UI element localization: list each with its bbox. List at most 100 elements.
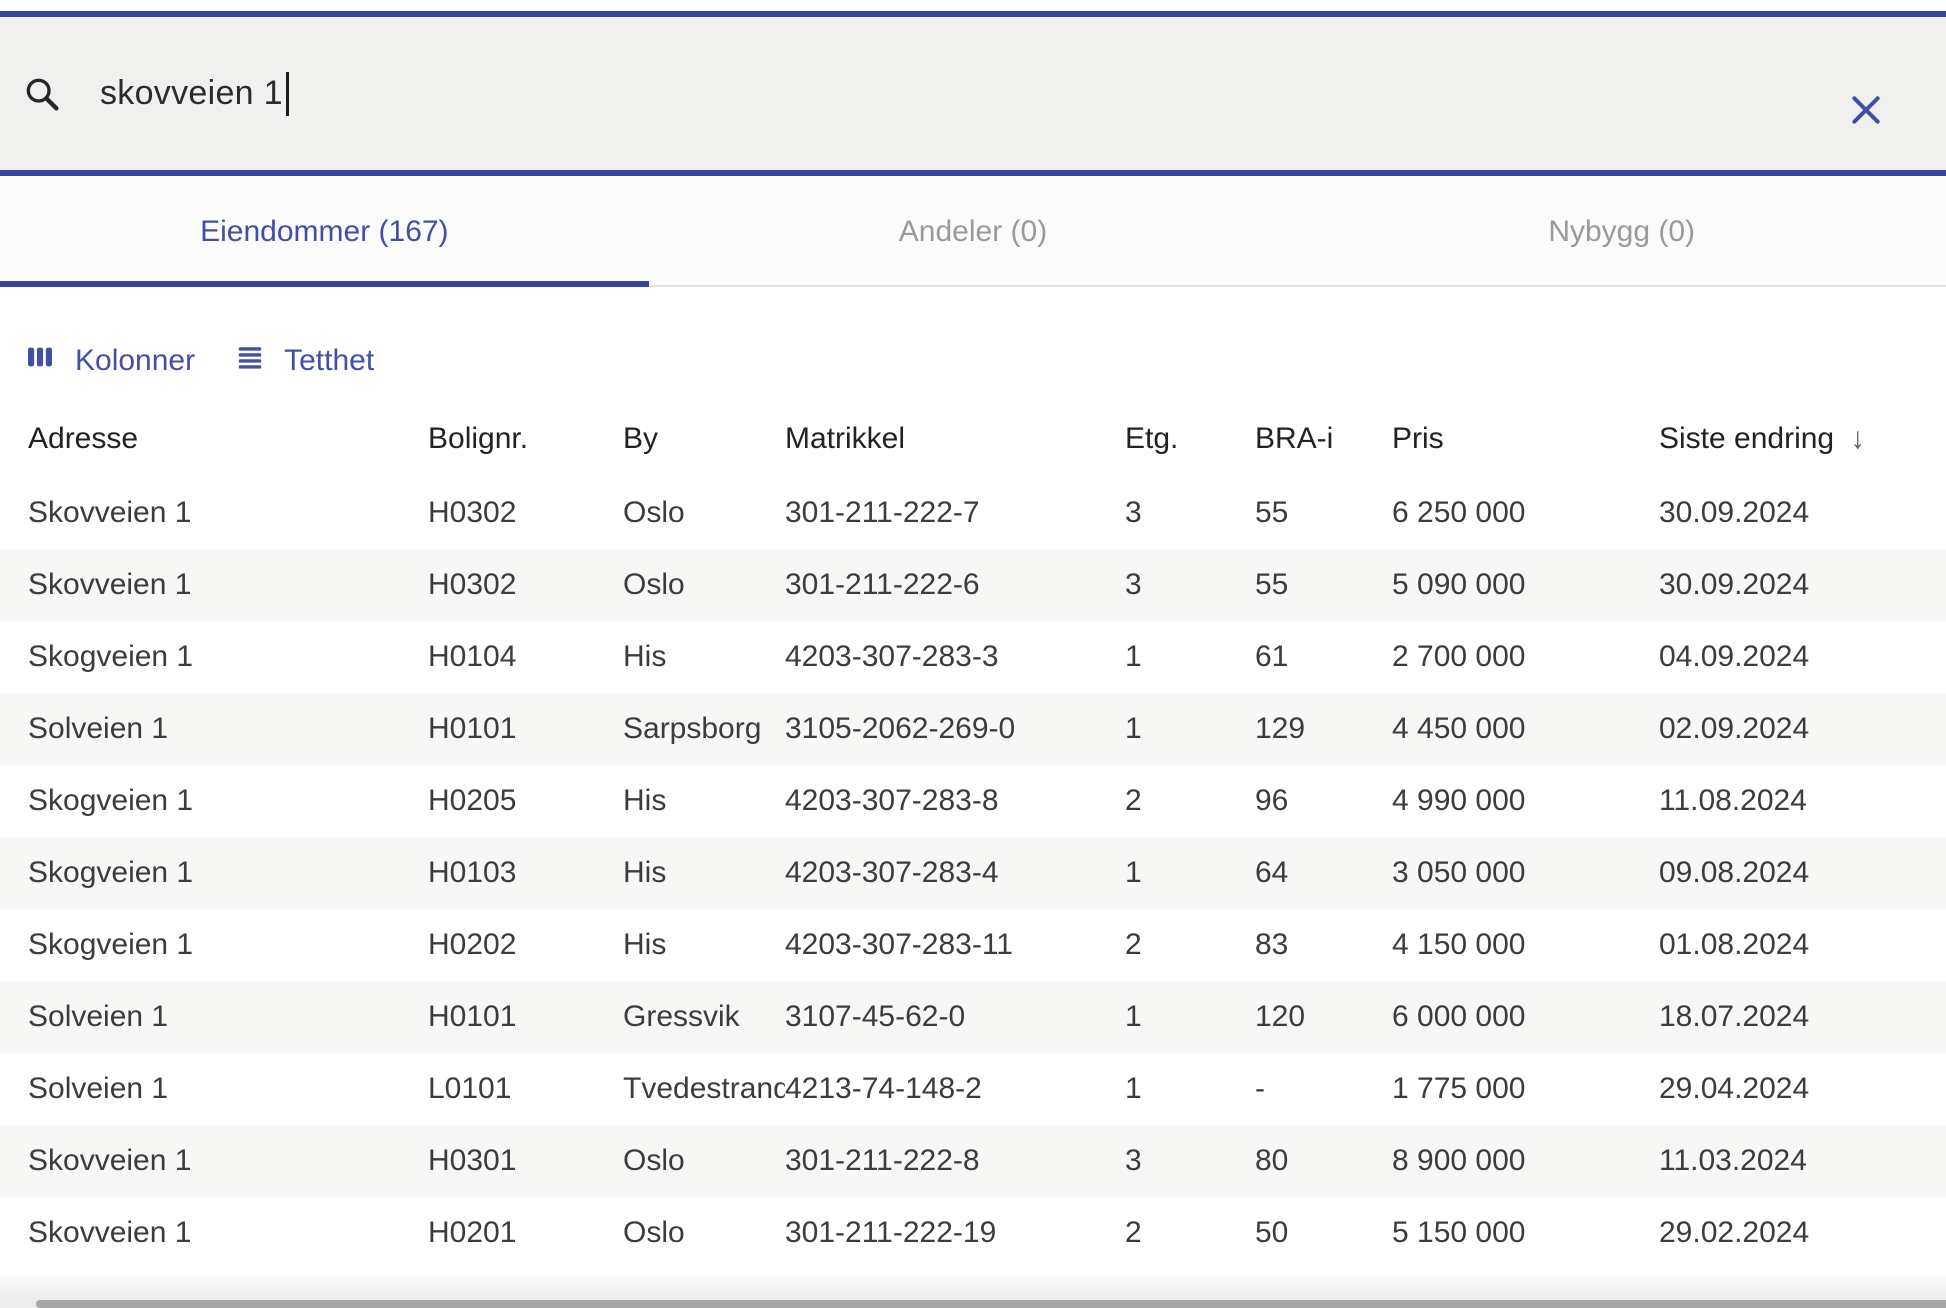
cell-pris: 5 150 000 — [1392, 1216, 1659, 1250]
text-cursor — [286, 72, 289, 116]
cell-siste-endring: 02.09.2024 — [1659, 712, 1946, 746]
horizontal-scrollbar-track — [0, 1300, 1946, 1308]
header-siste-endring[interactable]: Siste endring ↓ — [1659, 422, 1946, 456]
density-button[interactable]: Tetthet — [235, 337, 374, 385]
cell-matrikkel: 4213-74-148-2 — [785, 1072, 1125, 1106]
cell-pris: 6 000 000 — [1392, 1000, 1659, 1034]
cell-adresse: Skogveien 1 — [28, 856, 428, 890]
cell-bolignr: H0302 — [428, 568, 623, 602]
cell-matrikkel: 301-211-222-19 — [785, 1216, 1125, 1250]
search-bar: skovveien 1 — [0, 17, 1946, 170]
tab-eiendommer[interactable]: Eiendommer (167) — [0, 176, 649, 287]
results-table: Adresse Bolignr. By Matrikkel Etg. BRA-i… — [0, 401, 1946, 1269]
cell-etg: 2 — [1125, 784, 1255, 818]
table-row[interactable]: Skogveien 1 H0104 His 4203-307-283-3 1 6… — [0, 621, 1946, 693]
cell-bra-i: 83 — [1255, 928, 1392, 962]
columns-button[interactable]: Kolonner — [24, 337, 195, 385]
cell-bra-i: - — [1255, 1072, 1392, 1106]
cell-matrikkel: 3105-2062-269-0 — [785, 712, 1125, 746]
cell-pris: 2 700 000 — [1392, 640, 1659, 674]
cell-etg: 2 — [1125, 1216, 1255, 1250]
cell-siste-endring: 29.04.2024 — [1659, 1072, 1946, 1106]
cell-bra-i: 120 — [1255, 1000, 1392, 1034]
table-row[interactable]: Skovveien 1 H0201 Oslo 301-211-222-19 2 … — [0, 1197, 1946, 1269]
table-row[interactable]: Skogveien 1 H0103 His 4203-307-283-4 1 6… — [0, 837, 1946, 909]
tab-nybygg[interactable]: Nybygg (0) — [1297, 176, 1946, 287]
clear-search-button[interactable] — [1842, 87, 1890, 135]
cell-etg: 3 — [1125, 568, 1255, 602]
cell-bra-i: 80 — [1255, 1144, 1392, 1178]
header-bolignr[interactable]: Bolignr. — [428, 422, 623, 456]
cell-adresse: Skovveien 1 — [28, 1216, 428, 1250]
cell-adresse: Skogveien 1 — [28, 928, 428, 962]
cell-adresse: Skovveien 1 — [28, 496, 428, 530]
cell-bolignr: H0302 — [428, 496, 623, 530]
cell-bolignr: H0301 — [428, 1144, 623, 1178]
cell-adresse: Solveien 1 — [28, 712, 428, 746]
table-row[interactable]: Skogveien 1 H0205 His 4203-307-283-8 2 9… — [0, 765, 1946, 837]
header-adresse[interactable]: Adresse — [28, 422, 428, 456]
cell-adresse: Skovveien 1 — [28, 1144, 428, 1178]
table-row[interactable]: Solveien 1 H0101 Sarpsborg 3105-2062-269… — [0, 693, 1946, 765]
cell-adresse: Skogveien 1 — [28, 640, 428, 674]
cell-bra-i: 96 — [1255, 784, 1392, 818]
cell-matrikkel: 4203-307-283-3 — [785, 640, 1125, 674]
cell-bolignr: H0202 — [428, 928, 623, 962]
horizontal-scrollbar-thumb[interactable] — [36, 1300, 1946, 1308]
columns-icon — [24, 341, 56, 381]
header-matrikkel[interactable]: Matrikkel — [785, 422, 1125, 456]
cell-pris: 8 900 000 — [1392, 1144, 1659, 1178]
table-row[interactable]: Skogveien 1 H0202 His 4203-307-283-11 2 … — [0, 909, 1946, 981]
header-bra-i[interactable]: BRA-i — [1255, 422, 1392, 456]
close-icon — [1846, 90, 1886, 133]
bottom-strip — [0, 1276, 1946, 1300]
cell-etg: 1 — [1125, 1072, 1255, 1106]
cell-etg: 1 — [1125, 640, 1255, 674]
cell-bolignr: H0205 — [428, 784, 623, 818]
cell-by: His — [623, 928, 785, 962]
cell-etg: 1 — [1125, 712, 1255, 746]
table-toolbar: Kolonner Tetthet — [0, 287, 1946, 385]
cell-siste-endring: 01.08.2024 — [1659, 928, 1946, 962]
density-button-label: Tetthet — [284, 344, 374, 378]
cell-etg: 1 — [1125, 856, 1255, 890]
cell-siste-endring: 29.02.2024 — [1659, 1216, 1946, 1250]
table-body: Skovveien 1 H0302 Oslo 301-211-222-7 3 5… — [0, 477, 1946, 1269]
cell-by: Oslo — [623, 1144, 785, 1178]
header-by[interactable]: By — [623, 422, 785, 456]
cell-matrikkel: 3107-45-62-0 — [785, 1000, 1125, 1034]
cell-by: His — [623, 784, 785, 818]
cell-etg: 3 — [1125, 496, 1255, 530]
table-row[interactable]: Skovveien 1 H0302 Oslo 301-211-222-7 3 5… — [0, 477, 1946, 549]
table-row[interactable]: Solveien 1 L0101 Tvedestrand 4213-74-148… — [0, 1053, 1946, 1125]
sort-desc-icon: ↓ — [1850, 422, 1865, 456]
cell-siste-endring: 11.08.2024 — [1659, 784, 1946, 818]
cell-by: His — [623, 856, 785, 890]
cell-adresse: Solveien 1 — [28, 1000, 428, 1034]
cell-bolignr: L0101 — [428, 1072, 623, 1106]
cell-bra-i: 61 — [1255, 640, 1392, 674]
header-pris[interactable]: Pris — [1392, 422, 1659, 456]
search-input[interactable]: skovveien 1 — [100, 72, 1300, 116]
cell-matrikkel: 4203-307-283-8 — [785, 784, 1125, 818]
table-row[interactable]: Skovveien 1 H0302 Oslo 301-211-222-6 3 5… — [0, 549, 1946, 621]
cell-by: His — [623, 640, 785, 674]
cell-pris: 4 450 000 — [1392, 712, 1659, 746]
cell-siste-endring: 04.09.2024 — [1659, 640, 1946, 674]
cell-pris: 4 990 000 — [1392, 784, 1659, 818]
cell-bra-i: 64 — [1255, 856, 1392, 890]
cell-adresse: Skogveien 1 — [28, 784, 428, 818]
cell-bra-i: 50 — [1255, 1216, 1392, 1250]
search-input-value: skovveien 1 — [100, 74, 283, 113]
cell-pris: 1 775 000 — [1392, 1072, 1659, 1106]
cell-siste-endring: 09.08.2024 — [1659, 856, 1946, 890]
table-row[interactable]: Skovveien 1 H0301 Oslo 301-211-222-8 3 8… — [0, 1125, 1946, 1197]
cell-pris: 5 090 000 — [1392, 568, 1659, 602]
cell-siste-endring: 18.07.2024 — [1659, 1000, 1946, 1034]
header-etg[interactable]: Etg. — [1125, 422, 1255, 456]
tab-andeler[interactable]: Andeler (0) — [649, 176, 1298, 287]
cell-matrikkel: 301-211-222-7 — [785, 496, 1125, 530]
cell-matrikkel: 4203-307-283-4 — [785, 856, 1125, 890]
table-row[interactable]: Solveien 1 H0101 Gressvik 3107-45-62-0 1… — [0, 981, 1946, 1053]
results-panel: Kolonner Tetthet Adresse Bolignr. By — [0, 287, 1946, 1276]
